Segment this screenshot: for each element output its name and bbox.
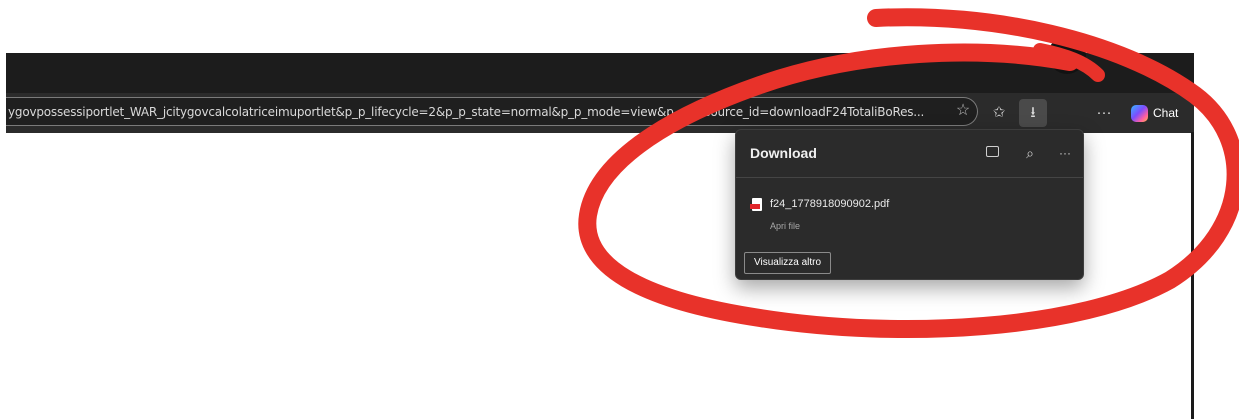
copilot-chat-button[interactable]: Chat [1131, 100, 1178, 126]
window-right-edge [1191, 132, 1194, 419]
downloads-more-button[interactable]: ··· [1054, 142, 1076, 164]
screenshot-stage: ygovpossessiportlet_WAR_jcitygovcalcolat… [0, 0, 1239, 419]
address-bar[interactable]: ygovpossessiportlet_WAR_jcitygovcalcolat… [6, 97, 978, 126]
downloads-panel: Download ⌕ ··· f24_1778918090902.pdf Apr… [735, 129, 1084, 280]
open-file-link[interactable]: Apri file [770, 221, 800, 231]
title-bar [6, 53, 1194, 93]
open-folder-icon[interactable] [986, 146, 999, 157]
settings-more-button[interactable]: ··· [1090, 99, 1118, 127]
downloads-panel-title: Download [750, 145, 817, 161]
chat-label: Chat [1153, 106, 1179, 120]
download-file-name[interactable]: f24_1778918090902.pdf [770, 198, 889, 210]
copilot-icon [1131, 104, 1148, 122]
browser-toolbar: ygovpossessiportlet_WAR_jcitygovcalcolat… [6, 93, 1194, 133]
profile-avatar[interactable] [1048, 36, 1086, 74]
favorites-icon[interactable]: ✩ [985, 99, 1013, 127]
download-item[interactable]: f24_1778918090902.pdf Apri file [750, 193, 1070, 233]
add-favorite-star-icon[interactable]: ☆ [954, 102, 972, 120]
show-more-button[interactable]: Visualizza altro [744, 252, 832, 274]
panel-divider [736, 177, 1083, 178]
downloads-icon[interactable]: ⭳ [1019, 99, 1047, 127]
browser-window: ygovpossessiportlet_WAR_jcitygovcalcolat… [6, 53, 1194, 133]
pdf-file-icon [750, 198, 762, 211]
url-text[interactable]: ygovpossessiportlet_WAR_jcitygovcalcolat… [8, 105, 943, 119]
search-downloads-icon[interactable]: ⌕ [1019, 142, 1041, 164]
